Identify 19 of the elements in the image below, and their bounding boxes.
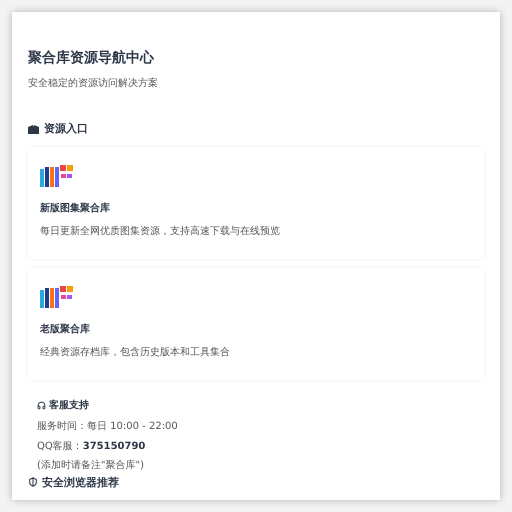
card-title: 新版图集聚合库 xyxy=(40,201,111,216)
support-note: (添加时请备注"聚合库") xyxy=(37,458,146,472)
resource-card[interactable]: 新版图集聚合库 每日更新全网优质图集资源，支持高速下载与在线预览 xyxy=(28,146,484,258)
section-heading: 安全浏览器推荐 xyxy=(42,476,119,488)
section-heading: 资源入口 xyxy=(44,121,88,137)
logo-icon xyxy=(40,164,74,188)
card-description: 每日更新全网优质图集资源，支持高速下载与在线预览 xyxy=(40,224,281,238)
qq-label: QQ客服： xyxy=(37,440,83,454)
card-title: 老版聚合库 xyxy=(40,322,91,336)
service-hours: 服务时间：每日 10:00 - 22:00 xyxy=(37,420,179,434)
shield-icon xyxy=(28,477,38,487)
page-subtitle: 安全稳定的资源访问解决方案 xyxy=(28,76,159,91)
support-heading: 客服支持 xyxy=(49,398,89,412)
logo-icon xyxy=(40,286,74,310)
card-description: 经典资源存档库，包含历史版本和工具集合 xyxy=(40,346,231,360)
page-title: 聚合库资源导航中心 xyxy=(28,48,156,68)
resource-card[interactable]: 老版聚合库 经典资源存档库，包含历史版本和工具集合 xyxy=(28,268,484,380)
headset-icon xyxy=(37,400,46,410)
qq-number: 375150790 xyxy=(82,440,146,454)
